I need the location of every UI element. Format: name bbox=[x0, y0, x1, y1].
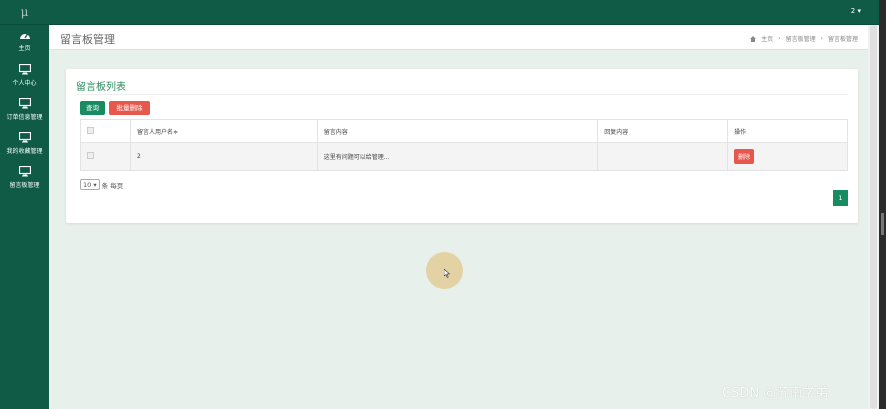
monitor-icon bbox=[18, 132, 31, 143]
divider bbox=[76, 94, 848, 95]
user-menu[interactable]: 2 ▾ bbox=[851, 7, 861, 15]
message-table: 留言人用户名≑ 留言内容 回复内容 操作 2 这里有问题可以给管理... 删除 bbox=[80, 119, 848, 171]
breadcrumb-home[interactable]: 主页 bbox=[761, 34, 773, 43]
dashboard-icon bbox=[19, 33, 30, 39]
breadcrumb-item[interactable]: 留言板管理 bbox=[786, 34, 816, 43]
message-board-card: 留言板列表 查询 批量删除 留言人用户名≑ 留言内容 回复内容 操作 2 这里有… bbox=[66, 69, 858, 223]
column-header-username[interactable]: 留言人用户名≑ bbox=[129, 119, 318, 143]
monitor-icon bbox=[18, 166, 31, 177]
breadcrumb-current: 留言板管理 bbox=[827, 36, 858, 43]
monitor-icon bbox=[18, 64, 31, 75]
sidebar: μ 主页 个人中心 订单信息管理 我的收藏管理 留言板管理 bbox=[0, 0, 49, 409]
sidebar-item-orders[interactable]: 订单信息管理 bbox=[0, 93, 49, 127]
table-row: 2 这里有问题可以给管理... 删除 bbox=[80, 142, 848, 171]
bulk-delete-button[interactable]: 批量删除 bbox=[109, 101, 150, 115]
breadcrumb: 主页 › 留言板管理 › 留言板管理 bbox=[750, 34, 858, 43]
cell-content: 这里有问题可以给管理... bbox=[316, 142, 599, 171]
sidebar-item-personal-center[interactable]: 个人中心 bbox=[0, 59, 49, 93]
sidebar-item-label: 我的收藏管理 bbox=[6, 148, 43, 155]
row-select-cell[interactable] bbox=[80, 142, 131, 171]
top-bar: 2 ▾ bbox=[49, 0, 879, 25]
home-icon bbox=[750, 35, 757, 42]
sidebar-item-home[interactable]: 主页 bbox=[0, 25, 49, 59]
page-size-value: 10 bbox=[83, 181, 92, 189]
edge-marker bbox=[881, 213, 884, 235]
card-title: 留言板列表 bbox=[76, 82, 126, 93]
sidebar-item-favorites[interactable]: 我的收藏管理 bbox=[0, 127, 49, 161]
pagination-page-1[interactable]: 1 bbox=[833, 190, 848, 206]
page-header: 留言板管理 主页 › 留言板管理 › 留言板管理 bbox=[49, 25, 868, 50]
mouse-cursor-icon bbox=[444, 269, 450, 278]
row-checkbox[interactable] bbox=[87, 152, 94, 159]
page-title: 留言板管理 bbox=[60, 33, 115, 46]
watermark: CSDN @苏南学弟 bbox=[722, 386, 829, 401]
sidebar-item-label: 个人中心 bbox=[12, 80, 37, 87]
window-edge bbox=[879, 0, 886, 409]
sidebar-item-label: 订单信息管理 bbox=[6, 114, 43, 121]
breadcrumb-separator: › bbox=[778, 35, 781, 42]
monitor-icon bbox=[18, 98, 31, 109]
breadcrumb-separator: › bbox=[820, 35, 823, 42]
scrollbar-thumb[interactable] bbox=[870, 25, 877, 409]
cell-reply bbox=[597, 142, 729, 171]
select-all-cell[interactable] bbox=[80, 119, 131, 143]
table-header-row: 留言人用户名≑ 留言内容 回复内容 操作 bbox=[80, 119, 848, 143]
search-button[interactable]: 查询 bbox=[80, 101, 105, 115]
logo: μ bbox=[0, 0, 49, 25]
sidebar-item-label: 留言板管理 bbox=[9, 182, 40, 189]
cell-username: 2 bbox=[129, 142, 318, 171]
column-header-reply: 回复内容 bbox=[597, 119, 729, 143]
select-all-checkbox[interactable] bbox=[87, 126, 94, 134]
page-size-control: 10 ▾ 条 每页 bbox=[80, 179, 123, 190]
column-header-actions: 操作 bbox=[727, 119, 848, 143]
page-size-select[interactable]: 10 ▾ bbox=[80, 179, 100, 190]
delete-button[interactable]: 删除 bbox=[734, 149, 755, 164]
scrollbar[interactable] bbox=[868, 25, 879, 409]
sidebar-item-message-board[interactable]: 留言板管理 bbox=[0, 161, 49, 195]
sidebar-item-label: 主页 bbox=[18, 45, 31, 52]
column-header-content: 留言内容 bbox=[316, 119, 599, 143]
page-size-label: 条 每页 bbox=[101, 181, 124, 190]
cell-actions: 删除 bbox=[727, 142, 848, 171]
